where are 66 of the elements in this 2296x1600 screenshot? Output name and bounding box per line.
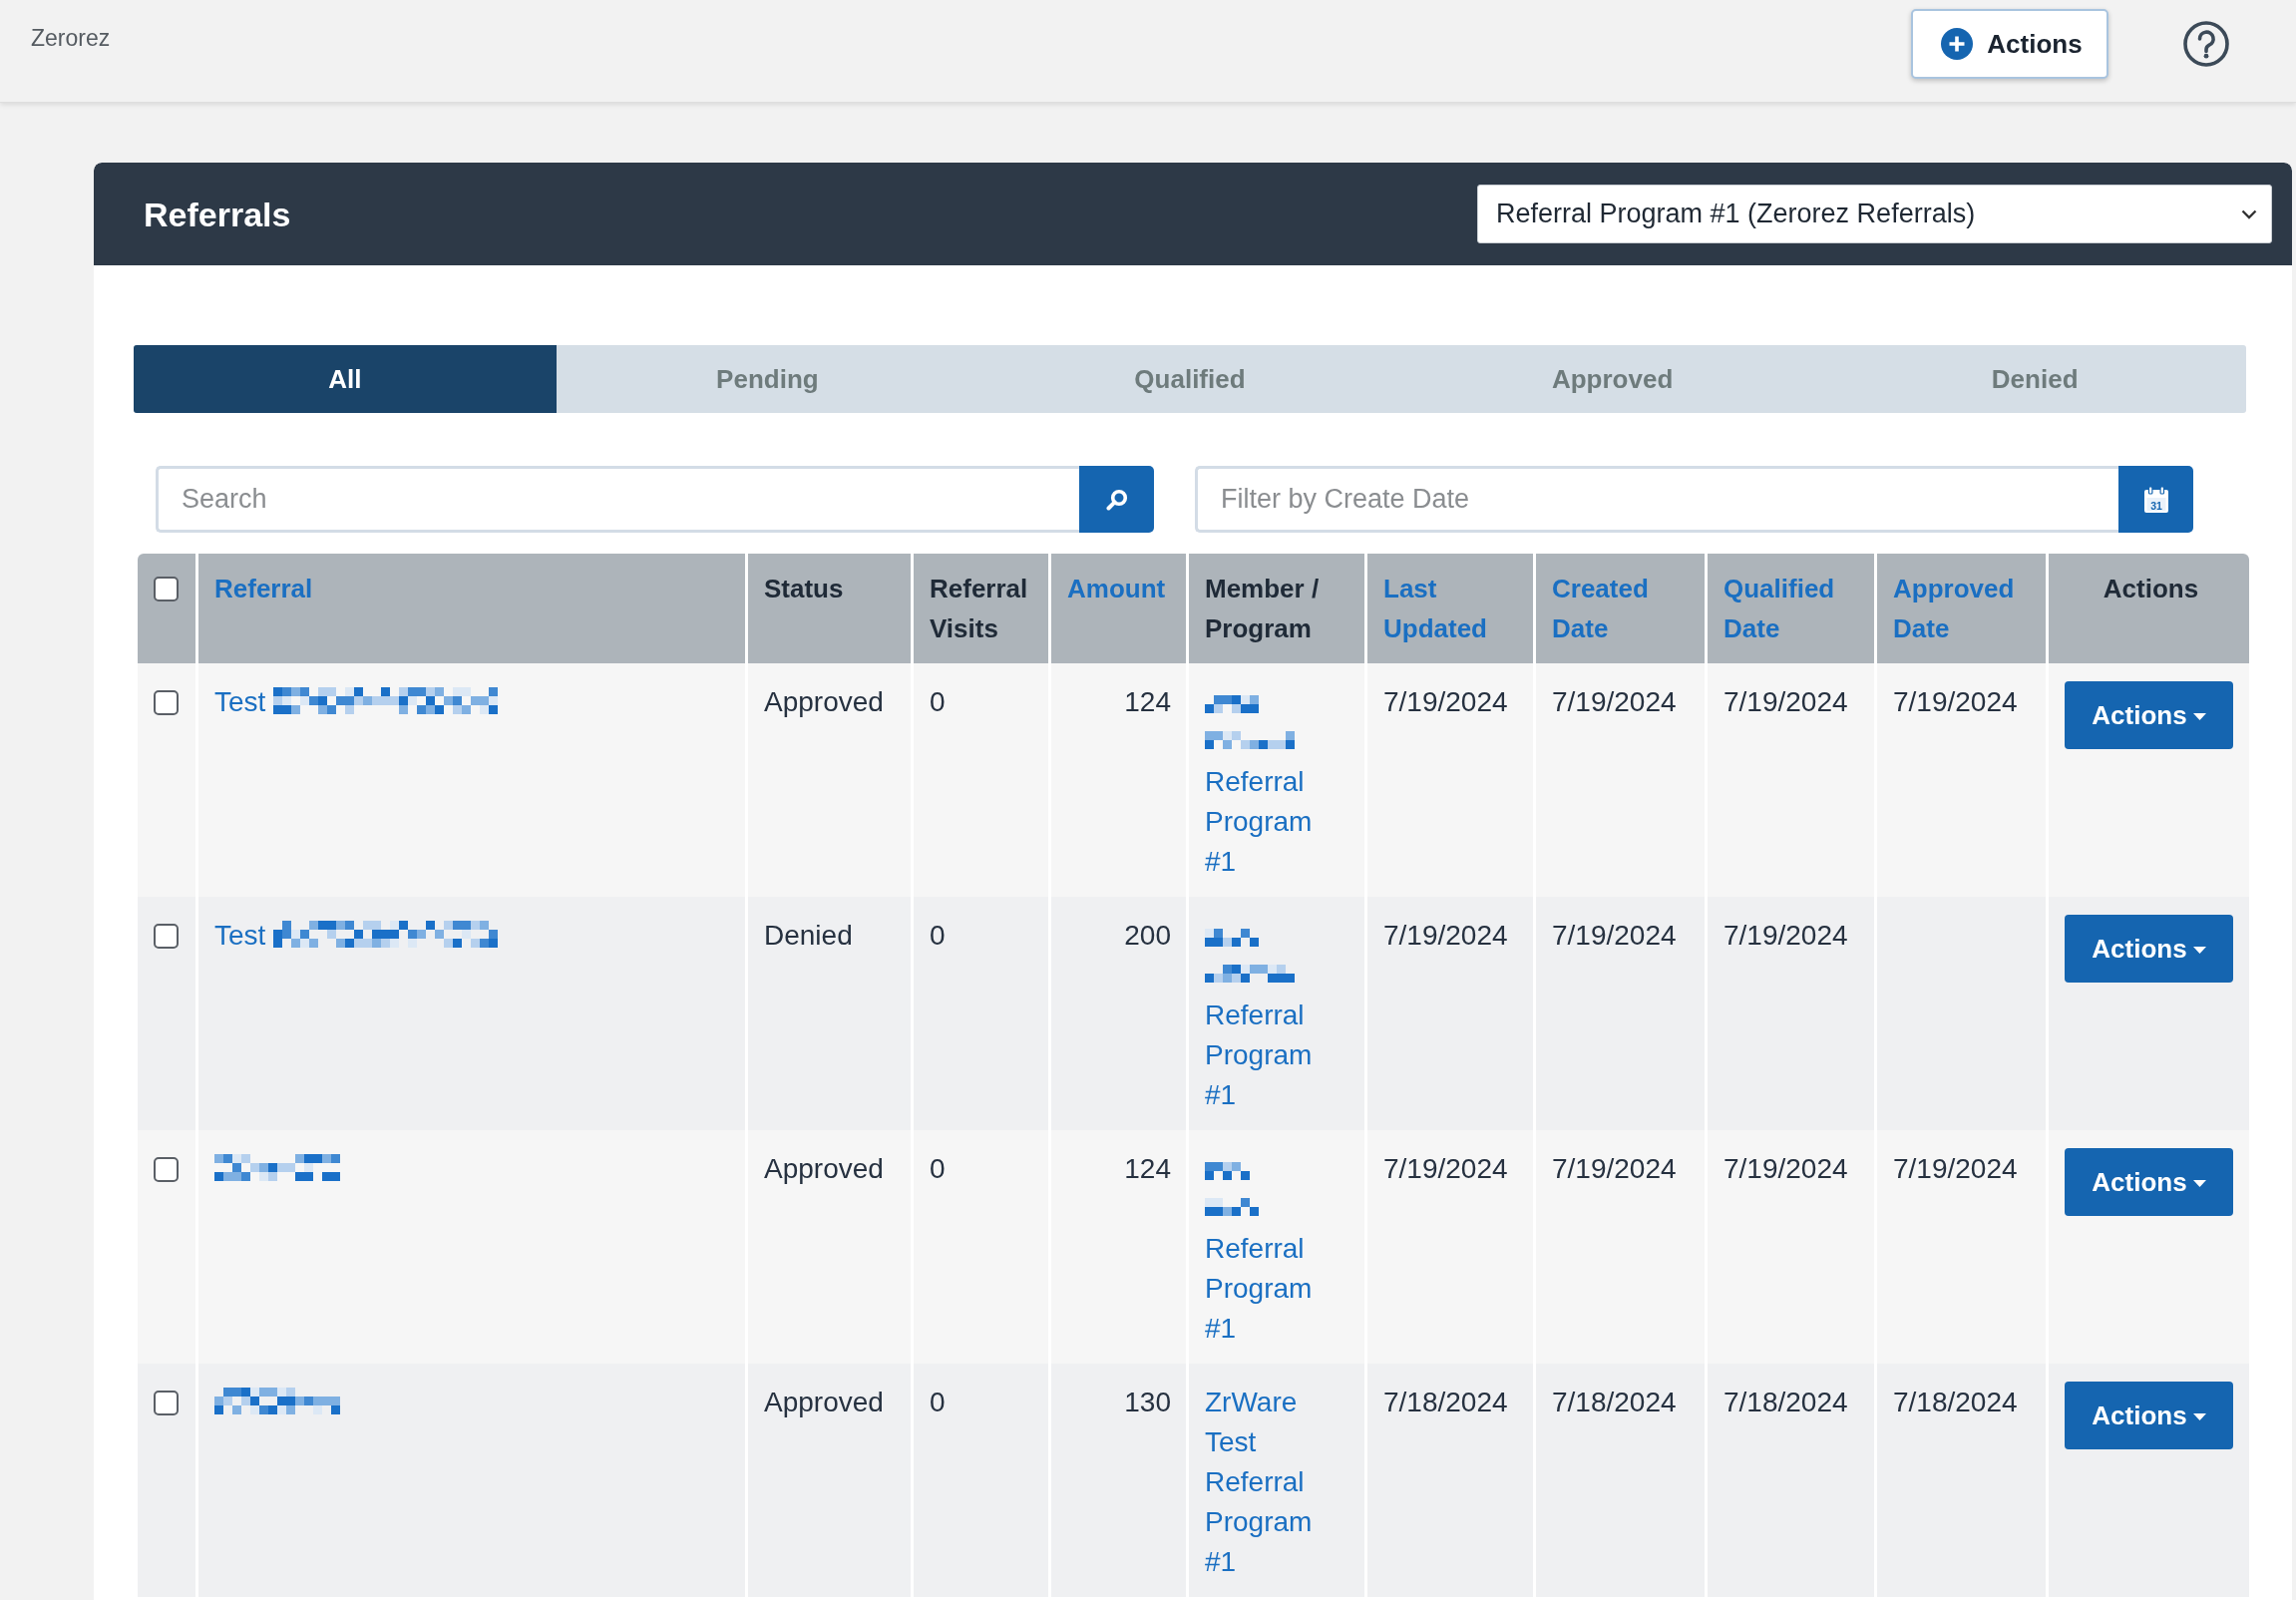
caret-icon (2192, 1180, 2206, 1187)
select-all-checkbox[interactable] (154, 576, 179, 601)
row-actions-button[interactable]: Actions (2065, 915, 2233, 983)
tab[interactable]: Approved (1400, 345, 1824, 413)
caret-icon (2192, 1413, 2206, 1420)
column-header: Status (764, 573, 845, 605)
member-link[interactable]: ZrWare Test (1205, 1383, 1342, 1462)
amount-value: 124 (1124, 686, 1171, 717)
status-text: Approved (764, 1387, 884, 1417)
tab[interactable]: Pending (556, 345, 979, 413)
search-icon (1105, 488, 1128, 511)
caret-icon (2192, 713, 2206, 720)
calendar-icon: 31 (2143, 486, 2168, 513)
visit-count: 0 (930, 686, 946, 717)
search-field[interactable]: Search (156, 466, 1079, 533)
calendar-button[interactable]: 31 (2118, 466, 2193, 533)
column-header: Referral Visits (930, 573, 1029, 645)
date-text: 7/19/2024 (1552, 1153, 1677, 1184)
amount-value: 124 (1124, 1153, 1171, 1184)
row-checkbox[interactable] (154, 923, 179, 949)
status-text: Denied (764, 920, 853, 951)
date-text: 7/18/2024 (1552, 1387, 1677, 1417)
date-text: 7/18/2024 (1723, 1387, 1848, 1417)
program-link[interactable]: Referral Program #1 (1205, 1462, 1342, 1582)
visit-count: 0 (930, 1153, 946, 1184)
chevron-down-icon (2241, 208, 2257, 219)
date-text: 7/19/2024 (1893, 1153, 2018, 1184)
tab[interactable]: All (134, 345, 557, 413)
date-text: 7/19/2024 (1552, 686, 1677, 717)
referral-link[interactable]: Test (214, 920, 266, 951)
date-text: 7/19/2024 (1723, 920, 1848, 951)
row-checkbox[interactable] (154, 1156, 179, 1182)
date-text: 7/19/2024 (1723, 686, 1848, 717)
panel-title: Referrals (144, 194, 291, 234)
visit-count: 0 (930, 1387, 946, 1417)
row-checkbox[interactable] (154, 1390, 179, 1415)
tab[interactable]: Denied (1823, 345, 2246, 413)
status-text: Approved (764, 1153, 884, 1184)
column-header: Member / Program (1205, 573, 1321, 645)
date-text: 7/18/2024 (1383, 1387, 1508, 1417)
program-select[interactable]: Referral Program #1 (Zerorez Referrals) (1477, 185, 2272, 243)
date-text: 7/19/2024 (1383, 686, 1508, 717)
plus-circle-icon (1941, 28, 1974, 60)
row-checkbox[interactable] (154, 689, 179, 715)
status-text: Approved (764, 686, 884, 717)
tab[interactable]: Qualified (978, 345, 1401, 413)
row-actions-button[interactable]: Actions (2065, 1148, 2233, 1216)
amount-value: 130 (1124, 1387, 1171, 1417)
row-actions-button[interactable]: Actions (2065, 1382, 2233, 1449)
date-text: 7/19/2024 (1383, 920, 1508, 951)
date-text: 7/19/2024 (1552, 920, 1677, 951)
caret-icon (2192, 947, 2206, 954)
search-button[interactable] (1079, 466, 1154, 533)
date-filter-field[interactable]: Filter by Create Date (1195, 466, 2118, 533)
date-text: 7/18/2024 (1893, 1387, 2018, 1417)
referral-link[interactable]: Test (214, 686, 266, 717)
column-header: Actions (2102, 573, 2200, 605)
date-text: 7/19/2024 (1383, 1153, 1508, 1184)
amount-value: 200 (1124, 920, 1171, 951)
date-text: 7/19/2024 (1893, 686, 2018, 717)
date-text: 7/19/2024 (1723, 1153, 1848, 1184)
help-icon[interactable] (2183, 21, 2229, 67)
visit-count: 0 (930, 920, 946, 951)
brand-name: Zerorez (31, 24, 111, 52)
actions-button[interactable]: Actions (1911, 9, 2108, 79)
row-actions-button[interactable]: Actions (2065, 681, 2233, 749)
